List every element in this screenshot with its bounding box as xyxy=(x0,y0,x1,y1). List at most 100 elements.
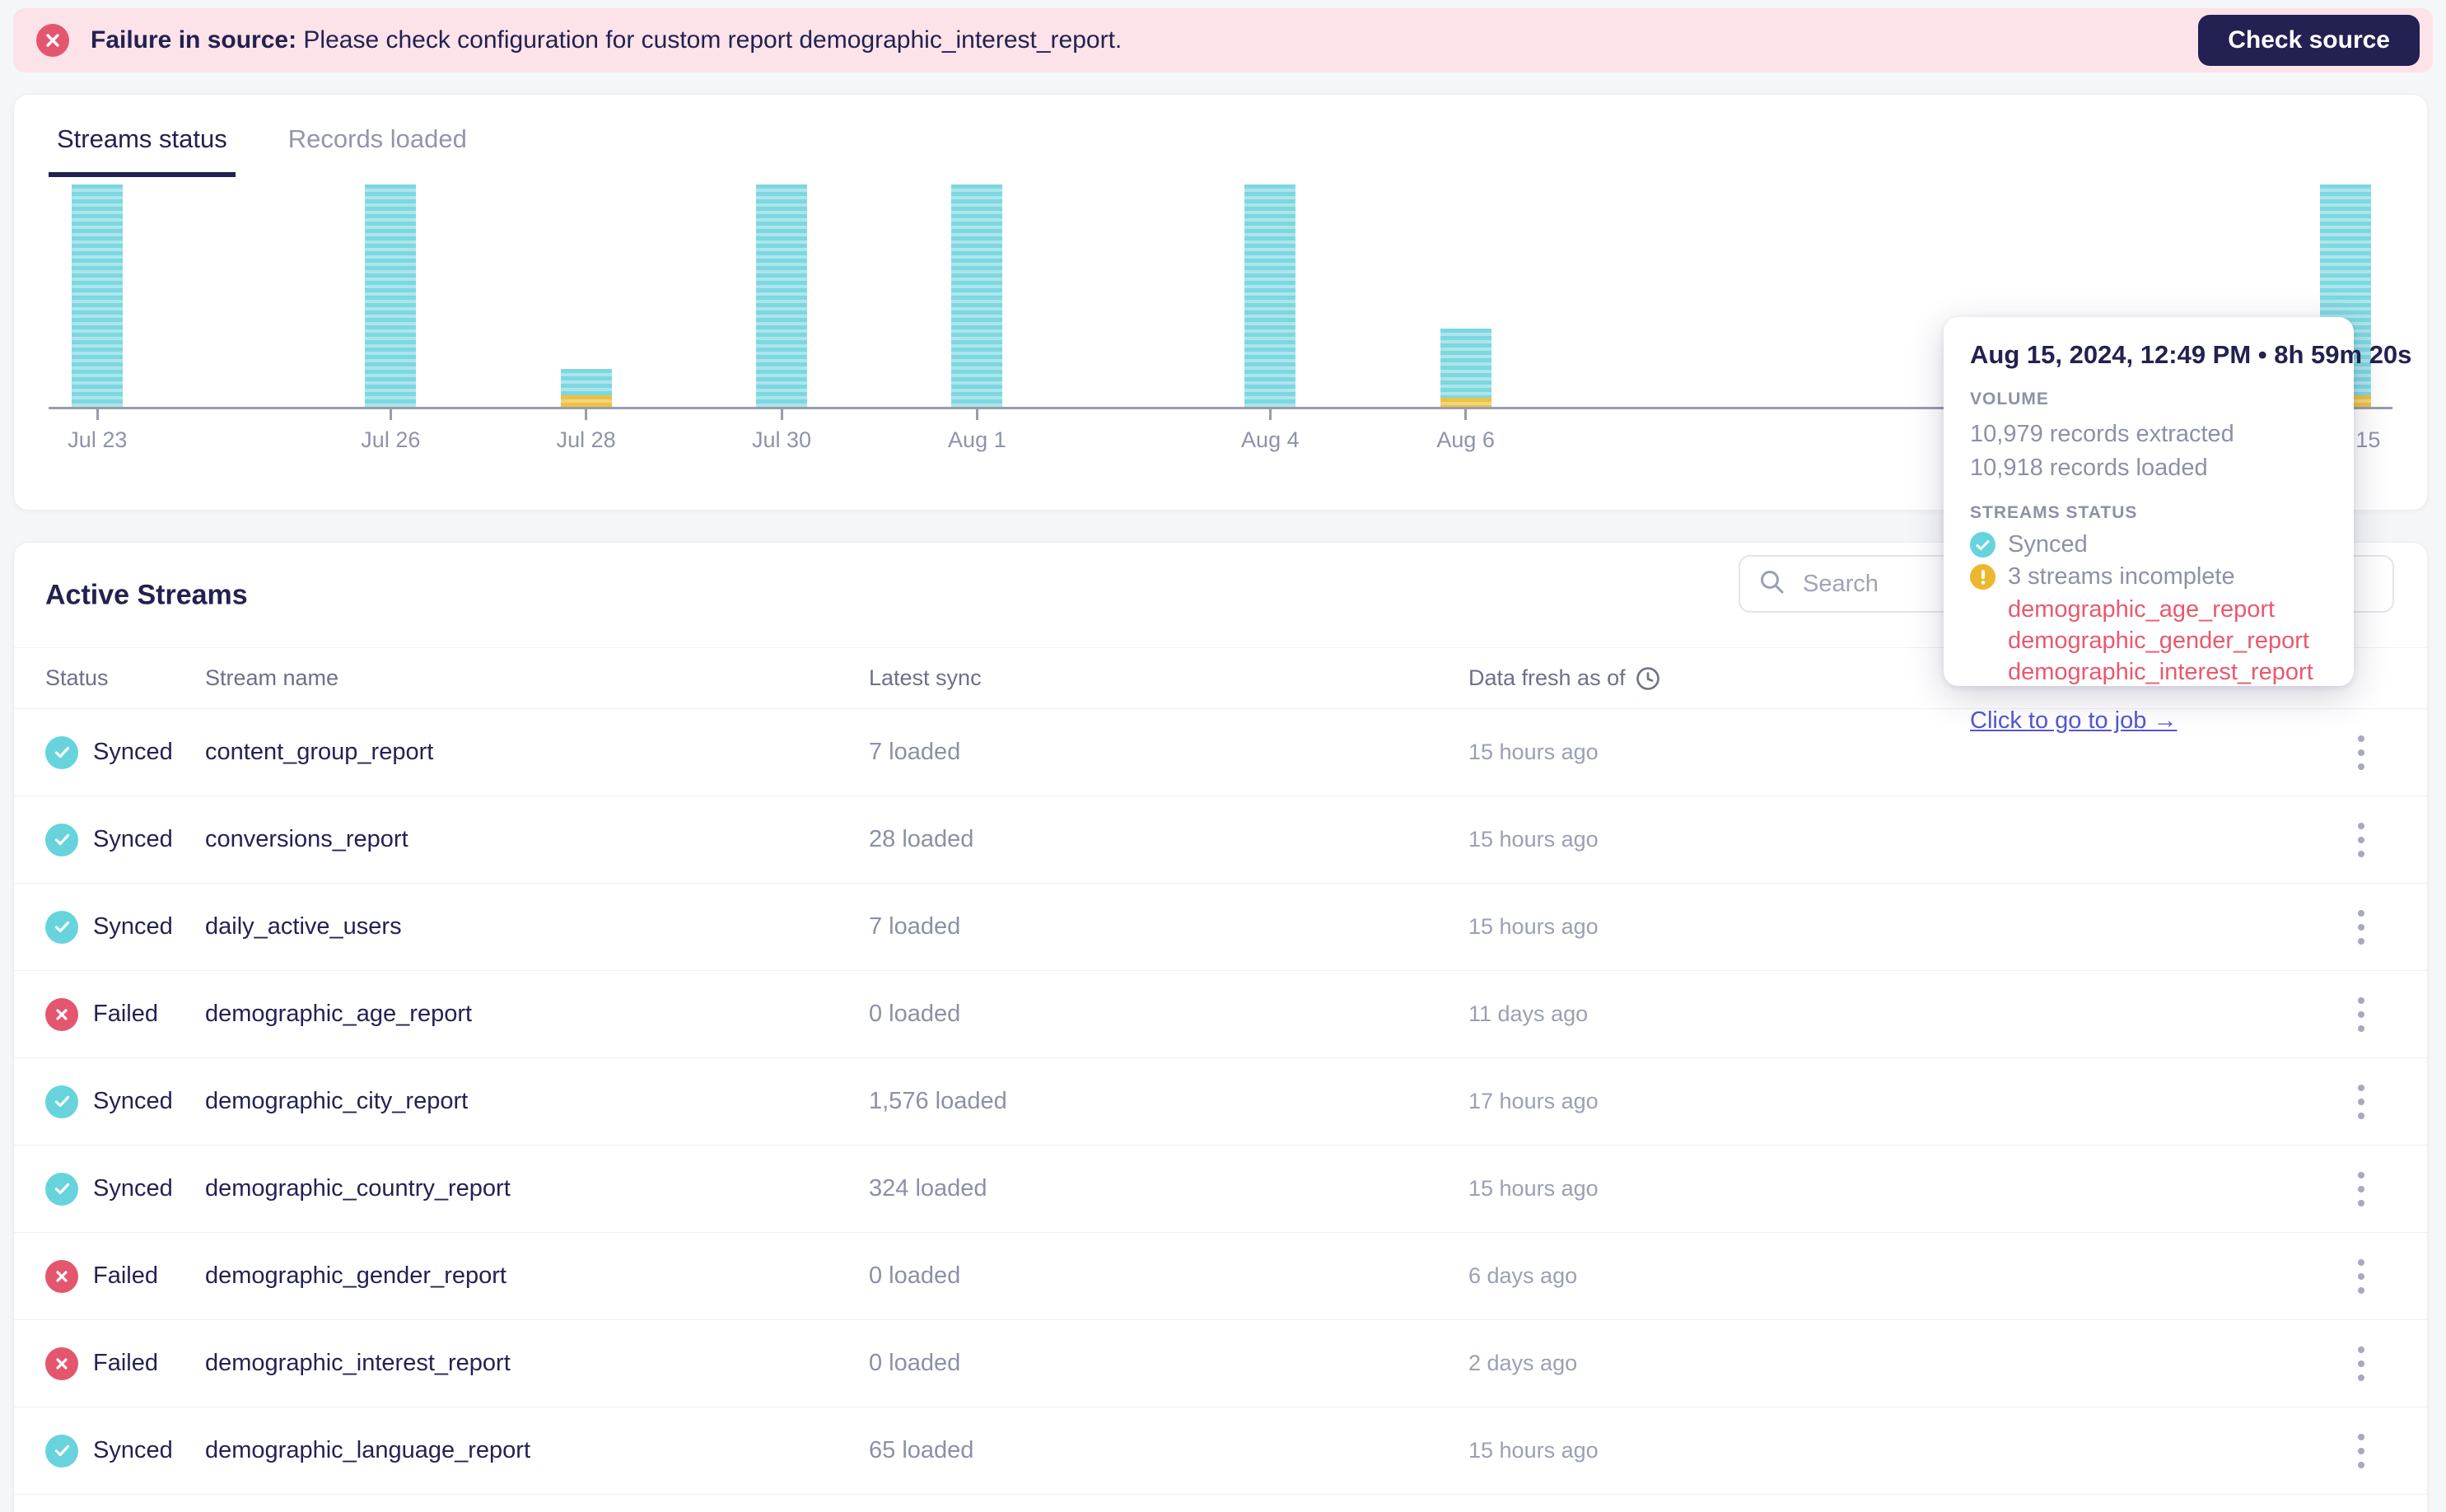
row-menu-kebab-icon[interactable] xyxy=(2338,1422,2384,1480)
tab-streams-status[interactable]: Streams status xyxy=(49,124,236,177)
stream-name: demographic_age_report xyxy=(205,1001,473,1027)
status-label: Synced xyxy=(93,913,173,940)
axis-label-aug-6: Aug 6 xyxy=(1436,427,1495,452)
data-fresh-value: 6 days ago xyxy=(1468,1263,1578,1288)
failed-x-icon xyxy=(45,1259,78,1293)
latest-sync-value: 7 loaded xyxy=(869,739,961,765)
axis-tick xyxy=(975,409,978,420)
status-cell: Synced xyxy=(45,910,205,944)
incomplete-stream-link[interactable]: demographic_gender_report xyxy=(2008,625,2327,656)
warning-segment xyxy=(560,395,612,407)
table-row-demographic_gender_report: Failed demographic_gender_report 0 loaded 6… xyxy=(14,1233,2427,1320)
sync-bar-aug-6[interactable] xyxy=(1440,329,1491,407)
synced-check-icon xyxy=(45,1434,78,1468)
incomplete-stream-link[interactable]: demographic_interest_report xyxy=(2008,656,2327,688)
check-source-button[interactable]: Check source xyxy=(2198,15,2420,66)
table-row-conversions_report: Synced conversions_report 28 loaded 15 hour… xyxy=(14,796,2427,884)
data-fresh-value: 2 days ago xyxy=(1468,1351,1578,1375)
row-menu-kebab-icon[interactable] xyxy=(2338,811,2384,869)
row-menu-kebab-icon[interactable] xyxy=(2338,1335,2384,1393)
axis-label-aug-4: Aug 4 xyxy=(1241,427,1300,452)
tab-records-loaded[interactable]: Records loaded xyxy=(280,124,475,177)
tooltip-incomplete-links: demographic_age_report demographic_gender… xyxy=(2008,594,2327,688)
latest-sync-value: 1,576 loaded xyxy=(869,1088,1007,1114)
status-cell: Failed xyxy=(45,1259,205,1293)
pipeline-dashboard: Failure in source: Please check configur… xyxy=(0,0,2446,1512)
stream-name: demographic_gender_report xyxy=(205,1262,506,1289)
status-cell: Synced xyxy=(45,1085,205,1118)
warning-segment xyxy=(1440,398,1491,407)
latest-sync-value: 0 loaded xyxy=(869,1262,961,1289)
axis-label-aug-1: Aug 1 xyxy=(948,427,1006,452)
axis-label-jul-23: Jul 23 xyxy=(68,427,128,452)
sync-bar-aug-4[interactable] xyxy=(1244,184,1296,407)
active-streams-title: Active Streams xyxy=(45,579,248,610)
sync-bar-aug-1[interactable] xyxy=(951,184,1003,407)
data-fresh-value: 11 days ago xyxy=(1468,1001,1589,1026)
synced-check-icon xyxy=(45,910,78,944)
status-label: Synced xyxy=(93,1437,173,1463)
error-banner: Failure in source: Please check configur… xyxy=(13,8,2433,72)
sync-bar-jul-23[interactable] xyxy=(72,184,124,407)
status-label: Failed xyxy=(93,1262,158,1289)
status-label: Failed xyxy=(93,1350,158,1376)
status-label: Synced xyxy=(93,1088,173,1114)
warning-icon xyxy=(1970,564,1996,590)
tooltip-streams-status-label: STREAMS STATUS xyxy=(1970,503,2138,522)
status-cell: Synced xyxy=(45,1434,205,1468)
sync-bar-jul-28[interactable] xyxy=(560,369,612,407)
stream-name: demographic_country_report xyxy=(205,1175,511,1202)
status-label: Failed xyxy=(93,1001,158,1027)
sync-tooltip: Aug 15, 2024, 12:49 PM • 8h 59m 20s VOLU… xyxy=(1944,317,2411,734)
axis-tick xyxy=(780,409,783,420)
synced-check-icon xyxy=(45,1172,78,1206)
axis-tick xyxy=(1268,409,1272,420)
sync-bar-jul-30[interactable] xyxy=(756,184,807,407)
row-menu-kebab-icon[interactable] xyxy=(2338,1160,2384,1218)
row-menu-kebab-icon[interactable] xyxy=(2338,724,2384,782)
chart-tabs: Streams status Records loaded xyxy=(49,95,2392,177)
synced-check-icon xyxy=(45,823,78,856)
status-cell: Synced xyxy=(45,1172,205,1206)
tooltip-incomplete-row: 3 streams incomplete xyxy=(1970,563,2327,590)
row-menu-kebab-icon[interactable] xyxy=(2338,986,2384,1043)
status-cell: Failed xyxy=(45,997,205,1031)
synced-check-icon xyxy=(45,1085,78,1118)
axis-label-jul-28: Jul 28 xyxy=(556,427,616,452)
row-menu-kebab-icon[interactable] xyxy=(2338,1073,2384,1131)
data-fresh-value: 17 hours ago xyxy=(1468,1089,1599,1113)
latest-sync-value: 28 loaded xyxy=(869,826,974,852)
row-menu-kebab-icon[interactable] xyxy=(2338,898,2384,956)
latest-sync-value: 7 loaded xyxy=(869,913,961,940)
status-cell: Synced xyxy=(45,735,205,769)
table-row-demographic_age_report: Failed demographic_age_report 0 loaded 11 d… xyxy=(14,971,2427,1058)
table-row-demographic_language_report: Synced demographic_language_report 65 load… xyxy=(14,1407,2427,1495)
data-fresh-value: 15 hours ago xyxy=(1468,1176,1599,1201)
status-cell: Synced xyxy=(45,823,205,856)
stream-name: daily_active_users xyxy=(205,913,402,940)
latest-sync-value: 0 loaded xyxy=(869,1001,961,1027)
go-to-job-link[interactable]: Click to go to job → xyxy=(1970,707,2177,735)
clock-icon xyxy=(1636,666,1660,691)
column-header-stream-name: Stream name xyxy=(205,665,339,690)
sync-bar-jul-26[interactable] xyxy=(365,184,417,407)
data-fresh-value: 15 hours ago xyxy=(1468,914,1599,939)
incomplete-stream-link[interactable]: demographic_age_report xyxy=(2008,594,2327,625)
latest-sync-value: 65 loaded xyxy=(869,1437,974,1463)
axis-tick xyxy=(389,409,392,420)
axis-tick xyxy=(1464,409,1468,420)
status-label: Synced xyxy=(93,739,173,765)
stream-name: demographic_city_report xyxy=(205,1088,469,1114)
tooltip-records-loaded: 10,918 records loaded xyxy=(1970,455,2208,481)
table-row-demographic_interest_report: Failed demographic_interest_report 0 loade… xyxy=(14,1320,2427,1407)
column-header-status: Status xyxy=(45,665,109,690)
failed-x-icon xyxy=(45,1346,78,1380)
status-label: Synced xyxy=(93,1175,173,1202)
table-row-daily_active_users: Synced daily_active_users 7 loaded 15 hours… xyxy=(14,884,2427,971)
tooltip-synced-row: Synced xyxy=(1970,531,2327,558)
tooltip-records-extracted: 10,979 records extracted xyxy=(1970,421,2234,447)
data-fresh-value: 15 hours ago xyxy=(1468,827,1599,852)
row-menu-kebab-icon[interactable] xyxy=(2338,1248,2384,1305)
stream-name: demographic_interest_report xyxy=(205,1350,511,1376)
status-cell: Failed xyxy=(45,1346,205,1380)
